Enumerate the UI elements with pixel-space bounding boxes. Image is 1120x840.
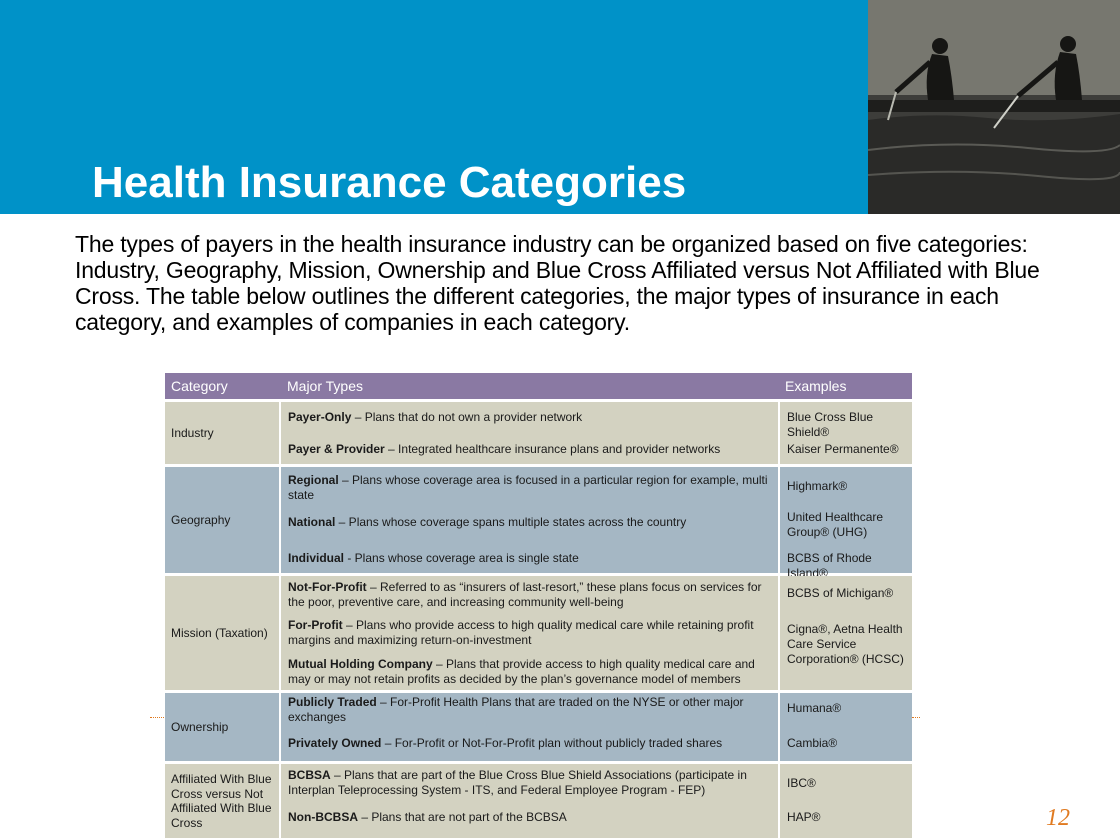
type-label: Regional [288,473,339,487]
type-label: Mutual Holding Company [288,657,433,671]
category-cell: Geography [165,467,279,573]
example-entry: Humana® [787,701,842,715]
dotted-rule-left [150,717,164,719]
examples-cell: Highmark® United Healthcare Group® (UHG)… [780,467,912,580]
dotted-rule-right [912,717,920,719]
type-label: Not-For-Profit [288,580,367,594]
types-cell: BCBSA – Plans that are part of the Blue … [281,764,778,838]
header-examples: Examples [785,378,847,394]
example-entry: United Healthcare Group® (UHG) [787,510,884,539]
category-cell: Ownership [165,693,279,761]
type-entry: Non-BCBSA – Plans that are not part of t… [288,810,774,825]
types-cell: Publicly Traded – For-Profit Health Plan… [281,693,778,761]
example-entry: BCBS of Michigan® [787,586,894,600]
category-cell: Mission (Taxation) [165,576,279,690]
example-entry: Blue Cross Blue Shield® [787,410,874,439]
type-entry: Mutual Holding Company – Plans that prov… [288,657,774,687]
type-label: Privately Owned [288,736,382,750]
type-label: BCBSA [288,768,331,782]
type-desc: – Plans that are not part of the BCBSA [358,810,567,824]
type-entry: BCBSA – Plans that are part of the Blue … [288,768,774,798]
type-entry: Publicly Traded – For-Profit Health Plan… [288,695,774,725]
type-desc: – Plans whose coverage area is focused i… [288,473,768,502]
example-entry: HAP® [787,810,821,824]
type-label: For-Profit [288,618,343,632]
intro-paragraph: The types of payers in the health insura… [75,231,1040,335]
example-entry: Kaiser Permanente® [787,442,899,456]
examples-cell: Humana® Cambia® [780,693,912,761]
rowers-photo [868,0,1120,214]
header-category: Category [171,378,228,394]
type-label: Non-BCBSA [288,810,358,824]
type-label: Payer & Provider [288,442,385,456]
table-row: Industry Payer-Only – Plans that do not … [165,402,912,464]
table-header-row: Category Major Types Examples [165,373,912,399]
insurance-categories-table: Category Major Types Examples Industry P… [165,373,912,838]
type-entry: Individual - Plans whose coverage area i… [288,551,774,566]
types-cell: Not-For-Profit – Referred to as “insurer… [281,576,778,690]
type-desc: – Plans whose coverage spans multiple st… [335,515,687,529]
type-entry: Privately Owned – For-Profit or Not-For-… [288,736,774,751]
example-entry: IBC® [787,776,816,790]
example-entry: Cigna®, Aetna Health Care Service Corpor… [787,622,904,666]
category-cell: Affiliated With Blue Cross versus Not Af… [165,764,279,838]
type-desc: – Plans that do not own a provider netwo… [351,410,583,424]
rowers-illustration [868,0,1120,214]
types-cell: Payer-Only – Plans that do not own a pro… [281,402,778,464]
type-label: National [288,515,336,529]
types-cell: Regional – Plans whose coverage area is … [281,467,778,573]
category-cell: Industry [165,402,279,464]
type-desc: – Plans that are part of the Blue Cross … [288,768,747,797]
table-row: Mission (Taxation) Not-For-Profit – Refe… [165,576,912,690]
type-entry: Payer & Provider – Integrated healthcare… [288,442,774,457]
type-entry: National – Plans whose coverage spans mu… [288,515,774,530]
type-desc: – Integrated healthcare insurance plans … [384,442,721,456]
examples-cell: IBC® HAP® [780,764,912,838]
title-banner: Health Insurance Categories [0,0,868,214]
type-desc: – Plans who provide access to high quali… [288,618,754,647]
table-row: Ownership Publicly Traded – For-Profit H… [165,693,912,761]
example-entry: Highmark® [787,479,848,493]
type-entry: Regional – Plans whose coverage area is … [288,473,774,503]
type-entry: Payer-Only – Plans that do not own a pro… [288,410,774,425]
example-entry: Cambia® [787,736,838,750]
header-major-types: Major Types [287,378,363,394]
page-number: 12 [1046,805,1070,831]
type-label: Individual [288,551,345,565]
examples-cell: Blue Cross Blue Shield® Kaiser Permanent… [780,402,912,464]
type-desc: - Plans whose coverage area is single st… [344,551,579,565]
type-entry: For-Profit – Plans who provide access to… [288,618,774,648]
table-row: Geography Regional – Plans whose coverag… [165,467,912,580]
type-desc: – For-Profit or Not-For-Profit plan with… [381,736,723,750]
type-entry: Not-For-Profit – Referred to as “insurer… [288,580,774,610]
type-label: Payer-Only [288,410,352,424]
table-row: Affiliated With Blue Cross versus Not Af… [165,764,912,838]
type-label: Publicly Traded [288,695,377,709]
page-title: Health Insurance Categories [92,158,687,207]
examples-cell: BCBS of Michigan® Cigna®, Aetna Health C… [780,576,912,690]
